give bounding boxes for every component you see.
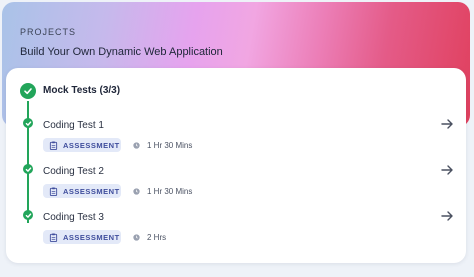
clipboard-icon — [49, 140, 58, 150]
badge-label: ASSESSMENT — [63, 140, 120, 150]
clipboard-icon — [49, 186, 58, 196]
badge-label: ASSESSMENT — [63, 232, 120, 242]
arrow-right-icon[interactable] — [440, 163, 454, 177]
assessment-badge: ASSESSMENT — [43, 184, 121, 198]
test-title[interactable]: Coding Test 3 — [43, 212, 104, 223]
badge-label: ASSESSMENT — [63, 186, 120, 196]
arrow-right-icon[interactable] — [440, 209, 454, 223]
check-circle-icon — [23, 118, 33, 128]
test-title[interactable]: Coding Test 1 — [43, 120, 104, 131]
arrow-right-icon[interactable] — [440, 117, 454, 131]
check-circle-icon — [23, 164, 33, 174]
clock-icon — [133, 142, 140, 149]
section-title: Mock Tests (3/3) — [43, 85, 121, 96]
mock-tests-card: Mock Tests (3/3) Coding Test 1 ASSESSMEN… — [6, 68, 466, 263]
clipboard-icon — [49, 232, 58, 242]
test-item[interactable]: Coding Test 2 ASSESSMENT 1 Hr 30 Mins — [6, 164, 466, 208]
test-title[interactable]: Coding Test 2 — [43, 166, 104, 177]
duration-text: 1 Hr 30 Mins — [147, 187, 193, 196]
test-item[interactable]: Coding Test 1 ASSESSMENT 1 Hr 30 Mins — [6, 118, 466, 162]
clock-icon — [133, 188, 140, 195]
section-label: PROJECTS — [20, 27, 77, 37]
project-title: Build Your Own Dynamic Web Application — [20, 46, 223, 58]
duration-text: 1 Hr 30 Mins — [147, 141, 193, 150]
check-circle-icon — [20, 83, 36, 99]
assessment-badge: ASSESSMENT — [43, 230, 121, 244]
clock-icon — [133, 234, 140, 241]
test-item[interactable]: Coding Test 3 ASSESSMENT 2 Hrs — [6, 210, 466, 254]
check-circle-icon — [23, 210, 33, 220]
duration-text: 2 Hrs — [147, 233, 167, 242]
assessment-badge: ASSESSMENT — [43, 138, 121, 152]
